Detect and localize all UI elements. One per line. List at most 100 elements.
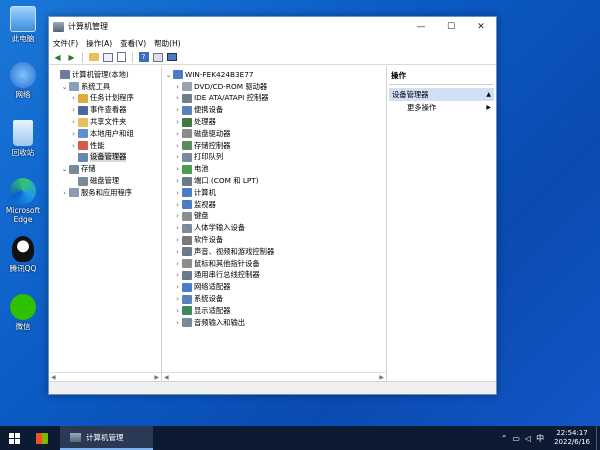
close-button[interactable]: ✕ — [466, 17, 496, 36]
tree-item[interactable]: › 共享文件夹 — [49, 116, 161, 128]
device-category[interactable]: › 系统设备 — [162, 293, 386, 305]
properties-icon[interactable] — [116, 52, 127, 63]
expand-arrow-icon[interactable]: › — [173, 224, 182, 232]
expand-arrow-icon[interactable]: › — [173, 130, 182, 138]
tree-item[interactable]: ⌄ 存储 — [49, 163, 161, 175]
show-desktop-button[interactable] — [596, 426, 600, 450]
network-tray-icon[interactable]: ▭ — [510, 434, 522, 443]
help-icon[interactable]: ? — [138, 52, 149, 63]
horizontal-scrollbar[interactable]: ◀ ▶ — [162, 372, 386, 381]
expand-arrow-icon[interactable]: › — [173, 319, 182, 327]
expand-arrow-icon[interactable]: › — [173, 189, 182, 197]
desktop-icon-qq[interactable]: 腾讯QQ — [2, 236, 44, 273]
expand-arrow-icon[interactable]: › — [173, 248, 182, 256]
desktop-icon-wechat[interactable]: 微信 — [2, 294, 44, 331]
device-category[interactable]: › 端口 (COM 和 LPT) — [162, 175, 386, 187]
expand-arrow-icon[interactable]: › — [173, 83, 182, 91]
expand-arrow-icon[interactable]: › — [173, 295, 182, 303]
expand-arrow-icon[interactable]: ⌄ — [60, 165, 69, 173]
device-category[interactable]: › 监视器 — [162, 199, 386, 211]
device-category[interactable]: › 鼠标和其他指针设备 — [162, 258, 386, 270]
volume-icon[interactable]: ◁ — [522, 434, 534, 443]
tree-item[interactable]: › 性能 — [49, 140, 161, 152]
scroll-left-icon[interactable]: ◀ — [51, 374, 56, 381]
horizontal-scrollbar[interactable]: ◀ ▶ — [49, 372, 161, 381]
device-category[interactable]: › DVD/CD-ROM 驱动器 — [162, 81, 386, 93]
tree-item[interactable]: › 事件查看器 — [49, 104, 161, 116]
chevron-up-icon[interactable]: ⌃ — [498, 434, 510, 443]
ime-icon[interactable]: 中 — [534, 433, 546, 444]
more-actions-item[interactable]: 更多操作 ▶ — [389, 101, 494, 114]
collapse-up-icon[interactable]: ▲ — [486, 91, 491, 98]
title-bar[interactable]: 计算机管理 — ☐ ✕ — [49, 17, 496, 36]
device-category[interactable]: › 键盘 — [162, 211, 386, 223]
scroll-right-icon[interactable]: ▶ — [154, 374, 159, 381]
action-pane-icon[interactable] — [152, 52, 163, 63]
desktop-icon-this-pc[interactable]: 此电脑 — [2, 6, 44, 43]
device-category[interactable]: › 磁盘驱动器 — [162, 128, 386, 140]
desktop-icon-recycle-bin[interactable]: 回收站 — [2, 120, 44, 157]
desktop-icon-edge[interactable]: Microsoft Edge — [2, 178, 44, 224]
expand-arrow-icon[interactable]: › — [173, 236, 182, 244]
device-tree-root[interactable]: ⌄ WIN-FEK424B3E77 — [162, 69, 386, 81]
menu-action[interactable]: 操作(A) — [86, 38, 112, 49]
device-category[interactable]: › 软件设备 — [162, 234, 386, 246]
actions-group-device-manager[interactable]: 设备管理器 ▲ — [389, 88, 494, 101]
tree-item[interactable]: 计算机管理(本地) — [49, 69, 161, 81]
menu-file[interactable]: 文件(F) — [53, 38, 78, 49]
expand-arrow-icon[interactable]: › — [69, 106, 78, 114]
device-category[interactable]: › 便携设备 — [162, 104, 386, 116]
tree-item[interactable]: › 服务和应用程序 — [49, 187, 161, 199]
tree-item[interactable]: › 本地用户和组 — [49, 128, 161, 140]
device-category[interactable]: › 计算机 — [162, 187, 386, 199]
minimize-button[interactable]: — — [406, 17, 436, 36]
desktop-icon-network[interactable]: 网络 — [2, 62, 44, 99]
expand-arrow-icon[interactable]: › — [173, 165, 182, 173]
device-tree-pane[interactable]: ⌄ WIN-FEK424B3E77 › DVD/CD-ROM 驱动器 › IDE ATA/… — [162, 66, 387, 381]
expand-arrow-icon[interactable]: › — [69, 94, 78, 102]
device-category[interactable]: › 通用串行总线控制器 — [162, 270, 386, 282]
device-category[interactable]: › 处理器 — [162, 116, 386, 128]
monitor-icon[interactable] — [166, 52, 177, 63]
expand-arrow-icon[interactable]: › — [173, 142, 182, 150]
start-button[interactable] — [0, 426, 28, 450]
expand-arrow-icon[interactable]: › — [173, 94, 182, 102]
expand-arrow-icon[interactable]: › — [173, 153, 182, 161]
expand-arrow-icon[interactable]: › — [173, 283, 182, 291]
device-category[interactable]: › 人体学输入设备 — [162, 222, 386, 234]
device-category[interactable]: › IDE ATA/ATAPI 控制器 — [162, 93, 386, 105]
device-category[interactable]: › 存储控制器 — [162, 140, 386, 152]
expand-arrow-icon[interactable]: › — [69, 130, 78, 138]
expand-arrow-icon[interactable]: › — [173, 106, 182, 114]
computer-management-window[interactable]: 计算机管理 — ☐ ✕ 文件(F) 操作(A) 查看(V) 帮助(H) ◀ ▶ … — [48, 16, 497, 395]
show-hide-tree-icon[interactable] — [102, 52, 113, 63]
device-category[interactable]: › 电池 — [162, 163, 386, 175]
expand-arrow-icon[interactable]: › — [173, 260, 182, 268]
device-category[interactable]: › 网络适配器 — [162, 281, 386, 293]
navigation-tree-pane[interactable]: 计算机管理(本地) ⌄ 系统工具 › 任务计划程序 › 事件查看器 › 共享文件夹 › 本地用户和组… — [49, 66, 162, 381]
clock[interactable]: 22:54:17 2022/6/16 — [554, 429, 590, 447]
device-category[interactable]: › 打印队列 — [162, 152, 386, 164]
up-folder-icon[interactable] — [88, 52, 99, 63]
scroll-left-icon[interactable]: ◀ — [164, 374, 169, 381]
expand-arrow-icon[interactable]: › — [173, 212, 182, 220]
maximize-button[interactable]: ☐ — [436, 17, 466, 36]
expand-arrow-icon[interactable]: › — [69, 118, 78, 126]
expand-arrow-icon[interactable]: ⌄ — [164, 71, 173, 79]
tree-item[interactable]: 设备管理器 — [49, 152, 161, 164]
tree-item[interactable]: ⌄ 系统工具 — [49, 81, 161, 93]
forward-arrow-icon[interactable]: ▶ — [66, 52, 77, 63]
menu-help[interactable]: 帮助(H) — [154, 38, 181, 49]
expand-arrow-icon[interactable]: › — [173, 201, 182, 209]
expand-arrow-icon[interactable]: › — [173, 271, 182, 279]
expand-arrow-icon[interactable]: › — [69, 142, 78, 150]
expand-arrow-icon[interactable]: › — [173, 307, 182, 315]
device-category[interactable]: › 音频输入和输出 — [162, 317, 386, 329]
scroll-right-icon[interactable]: ▶ — [379, 374, 384, 381]
store-button[interactable] — [28, 426, 56, 450]
expand-arrow-icon[interactable]: › — [60, 189, 69, 197]
tree-item[interactable]: 磁盘管理 — [49, 175, 161, 187]
expand-arrow-icon[interactable]: › — [173, 177, 182, 185]
menu-view[interactable]: 查看(V) — [120, 38, 146, 49]
device-category[interactable]: › 声音、视频和游戏控制器 — [162, 246, 386, 258]
